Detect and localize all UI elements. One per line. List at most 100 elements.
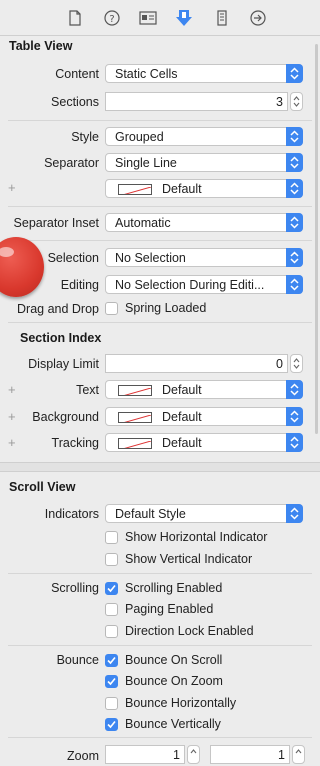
bounce-on-zoom-label: Bounce On Zoom [125,674,223,688]
scrolling-enabled-label: Scrolling Enabled [125,581,223,595]
table-view-title: Table View [9,39,73,53]
indicators-label: Indicators [44,507,99,521]
index-tracking-label: Tracking [51,436,99,450]
separator-label: Separator [44,156,99,170]
zoom-min-field[interactable]: 1 [105,745,185,764]
chevron-updown-icon [286,127,303,146]
bounce-on-zoom-checkbox[interactable] [105,675,118,688]
scrolling-enabled-checkbox[interactable] [105,582,118,595]
direction-lock-label: Direction Lock Enabled [125,624,254,638]
index-background-color-popup[interactable]: Default [105,407,303,426]
indicators-popup[interactable]: Default Style [105,504,303,523]
display-limit-label: Display Limit [28,357,99,371]
chevron-updown-icon [286,153,303,172]
default-color-swatch [118,184,152,195]
bounce-horizontally-checkbox[interactable] [105,697,118,710]
index-background-label: Background [32,410,99,424]
direction-lock-checkbox[interactable] [105,625,118,638]
index-tracking-color-popup[interactable]: Default [105,433,303,452]
default-color-swatch [118,412,152,423]
section-index-title: Section Index [20,331,102,345]
chevron-updown-icon [286,248,303,267]
selection-value: No Selection [115,251,186,265]
divider [8,240,312,241]
add-variation-icon[interactable]: + [8,435,16,450]
size-icon[interactable] [212,8,232,28]
chevron-updown-icon [286,179,303,198]
chevron-updown-icon [286,380,303,399]
separator-value: Single Line [115,156,177,170]
show-vertical-label: Show Vertical Indicator [125,552,253,566]
bounce-horizontally-label: Bounce Horizontally [125,696,237,710]
sections-field[interactable]: 3 [105,92,288,111]
section-separator [0,462,320,472]
paging-enabled-label: Paging Enabled [125,602,214,616]
content-popup[interactable]: Static Cells [105,64,303,83]
add-variation-icon[interactable]: + [8,180,16,195]
chevron-updown-icon [286,64,303,83]
divider [8,737,312,738]
separator-popup[interactable]: Single Line [105,153,303,172]
chevron-updown-icon [286,433,303,452]
zoom-max-field[interactable]: 1 [210,745,290,764]
index-text-label: Text [76,383,99,397]
attributes-icon[interactable] [174,8,194,28]
zoom-min-stepper[interactable] [187,745,200,764]
index-text-value: Default [162,383,202,397]
sections-label: Sections [51,95,99,109]
connections-icon[interactable] [248,8,268,28]
divider [8,573,312,574]
add-variation-icon[interactable]: + [8,409,16,424]
bounce-on-scroll-checkbox[interactable] [105,654,118,667]
editing-popup[interactable]: No Selection During Editi... [105,275,303,294]
selection-popup[interactable]: No Selection [105,248,303,267]
bounce-vertically-checkbox[interactable] [105,718,118,731]
default-color-swatch [118,385,152,396]
chevron-updown-icon [286,275,303,294]
zoom-max-stepper[interactable] [292,745,305,764]
index-text-color-popup[interactable]: Default [105,380,303,399]
divider [8,206,312,207]
file-icon[interactable] [65,8,85,28]
sections-value: 3 [276,95,283,109]
show-horizontal-checkbox[interactable] [105,531,118,544]
add-variation-icon[interactable]: + [8,382,16,397]
display-limit-stepper[interactable] [290,354,303,373]
style-value: Grouped [115,130,164,144]
default-color-swatch [118,438,152,449]
separator-inset-label: Separator Inset [13,216,99,230]
indicators-value: Default Style [115,507,186,521]
identity-icon[interactable] [138,8,158,28]
zoom-label: Zoom [67,749,99,763]
paging-enabled-checkbox[interactable] [105,603,118,616]
help-icon[interactable]: ? [102,8,122,28]
content-label: Content [55,67,99,81]
inspector-scrollbar-thumb[interactable] [315,44,318,434]
bounce-label: Bounce [56,653,99,667]
zoom-max-value: 1 [278,748,285,762]
separator-color-popup[interactable]: Default [105,179,303,198]
click-marker-dot [0,237,44,297]
editing-value: No Selection During Editi... [115,278,265,292]
index-tracking-value: Default [162,436,202,450]
display-limit-value: 0 [276,357,283,371]
spring-loaded-checkbox[interactable] [105,302,118,315]
separator-inset-popup[interactable]: Automatic [105,213,303,232]
inspector-toolbar: ? [0,0,320,36]
scrolling-label: Scrolling [51,581,99,595]
index-background-value: Default [162,410,202,424]
divider [8,645,312,646]
divider [8,120,312,121]
selection-label: Selection [47,251,99,265]
editing-label: Editing [60,278,99,292]
chevron-updown-icon [286,407,303,426]
scroll-view-title: Scroll View [9,480,76,494]
divider [8,322,312,323]
chevron-updown-icon [286,504,303,523]
style-popup[interactable]: Grouped [105,127,303,146]
show-vertical-checkbox[interactable] [105,553,118,566]
separator-inset-value: Automatic [115,216,171,230]
sections-stepper[interactable] [290,92,303,111]
display-limit-field[interactable]: 0 [105,354,288,373]
show-horizontal-label: Show Horizontal Indicator [125,530,268,544]
